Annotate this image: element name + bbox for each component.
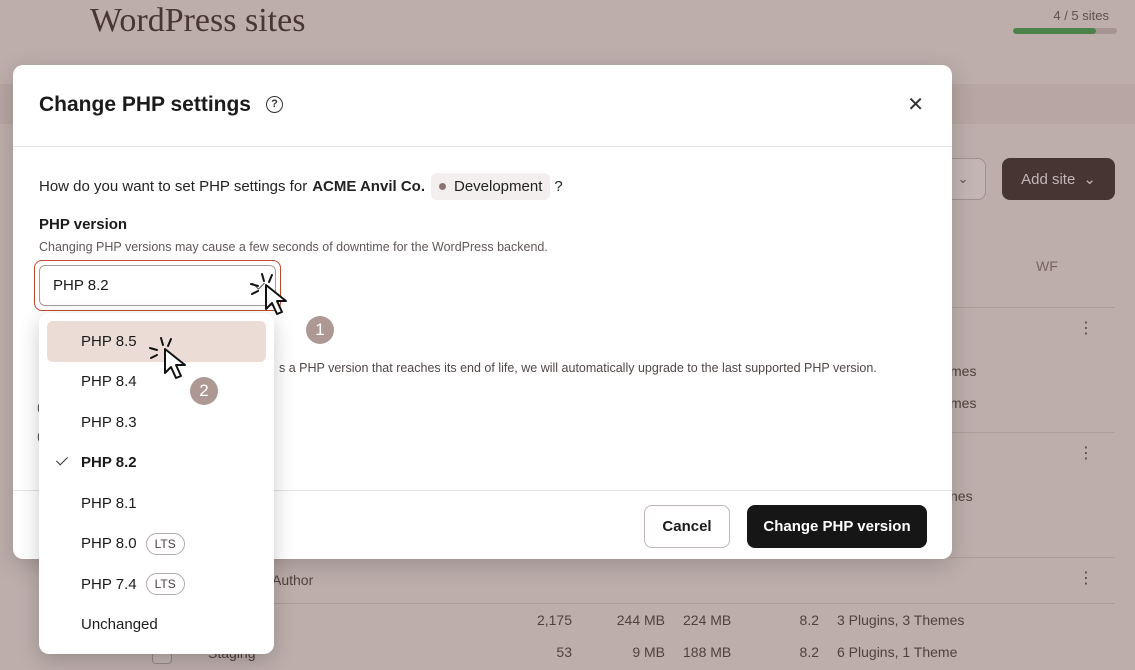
lts-badge: LTS	[145, 573, 185, 596]
dropdown-option-label: PHP 8.1	[81, 494, 137, 512]
php-version-label: PHP version	[39, 216, 128, 233]
change-php-version-button[interactable]: Change PHP version	[747, 505, 927, 548]
question-suffix: ?	[554, 178, 563, 195]
cancel-button[interactable]: Cancel	[644, 505, 730, 548]
php-version-help: Changing PHP versions may cause a few se…	[39, 240, 548, 254]
dropdown-option-label: PHP 8.5	[81, 332, 137, 350]
modal-header: Change PHP settings ? ✕	[13, 65, 952, 147]
dropdown-option[interactable]: PHP 8.1	[47, 483, 266, 524]
check-icon	[55, 452, 69, 466]
dropdown-option-label: PHP 8.4	[81, 373, 137, 391]
modal-question: How do you want to set PHP settings for …	[39, 173, 563, 200]
environment-label: Development	[453, 178, 543, 195]
modal-title: Change PHP settings	[39, 93, 251, 116]
dropdown-option[interactable]: PHP 8.3	[47, 402, 266, 443]
step-marker-1: 1	[306, 316, 334, 344]
dropdown-option-label: PHP 8.2	[81, 454, 137, 472]
dropdown-option[interactable]: Unchanged	[47, 605, 266, 646]
php-version-select[interactable]: PHP 8.2	[39, 265, 276, 306]
php-version-value: PHP 8.2	[53, 277, 109, 294]
auto-upgrade-help: s a PHP version that reaches its end of …	[279, 361, 877, 375]
environment-badge: Development	[430, 173, 551, 200]
close-icon[interactable]: ✕	[907, 93, 924, 117]
pointer-cursor-icon	[250, 273, 287, 315]
dropdown-option[interactable]: PHP 7.4 LTS	[47, 564, 266, 605]
dropdown-option[interactable]: PHP 8.0 LTS	[47, 524, 266, 565]
help-icon[interactable]: ?	[266, 96, 283, 113]
question-prefix: How do you want to set PHP settings for	[39, 178, 308, 195]
site-name: ACME Anvil Co.	[312, 178, 425, 195]
pointer-cursor-icon	[149, 337, 186, 379]
dropdown-option-label: Unchanged	[81, 616, 158, 634]
environment-dot-icon	[438, 183, 446, 190]
dropdown-option-label: PHP 7.4	[81, 575, 137, 593]
dropdown-option-label: PHP 8.3	[81, 413, 137, 431]
dropdown-option[interactable]: PHP 8.2	[47, 443, 266, 484]
lts-badge: LTS	[145, 532, 185, 555]
dropdown-option-label: PHP 8.0	[81, 535, 137, 553]
